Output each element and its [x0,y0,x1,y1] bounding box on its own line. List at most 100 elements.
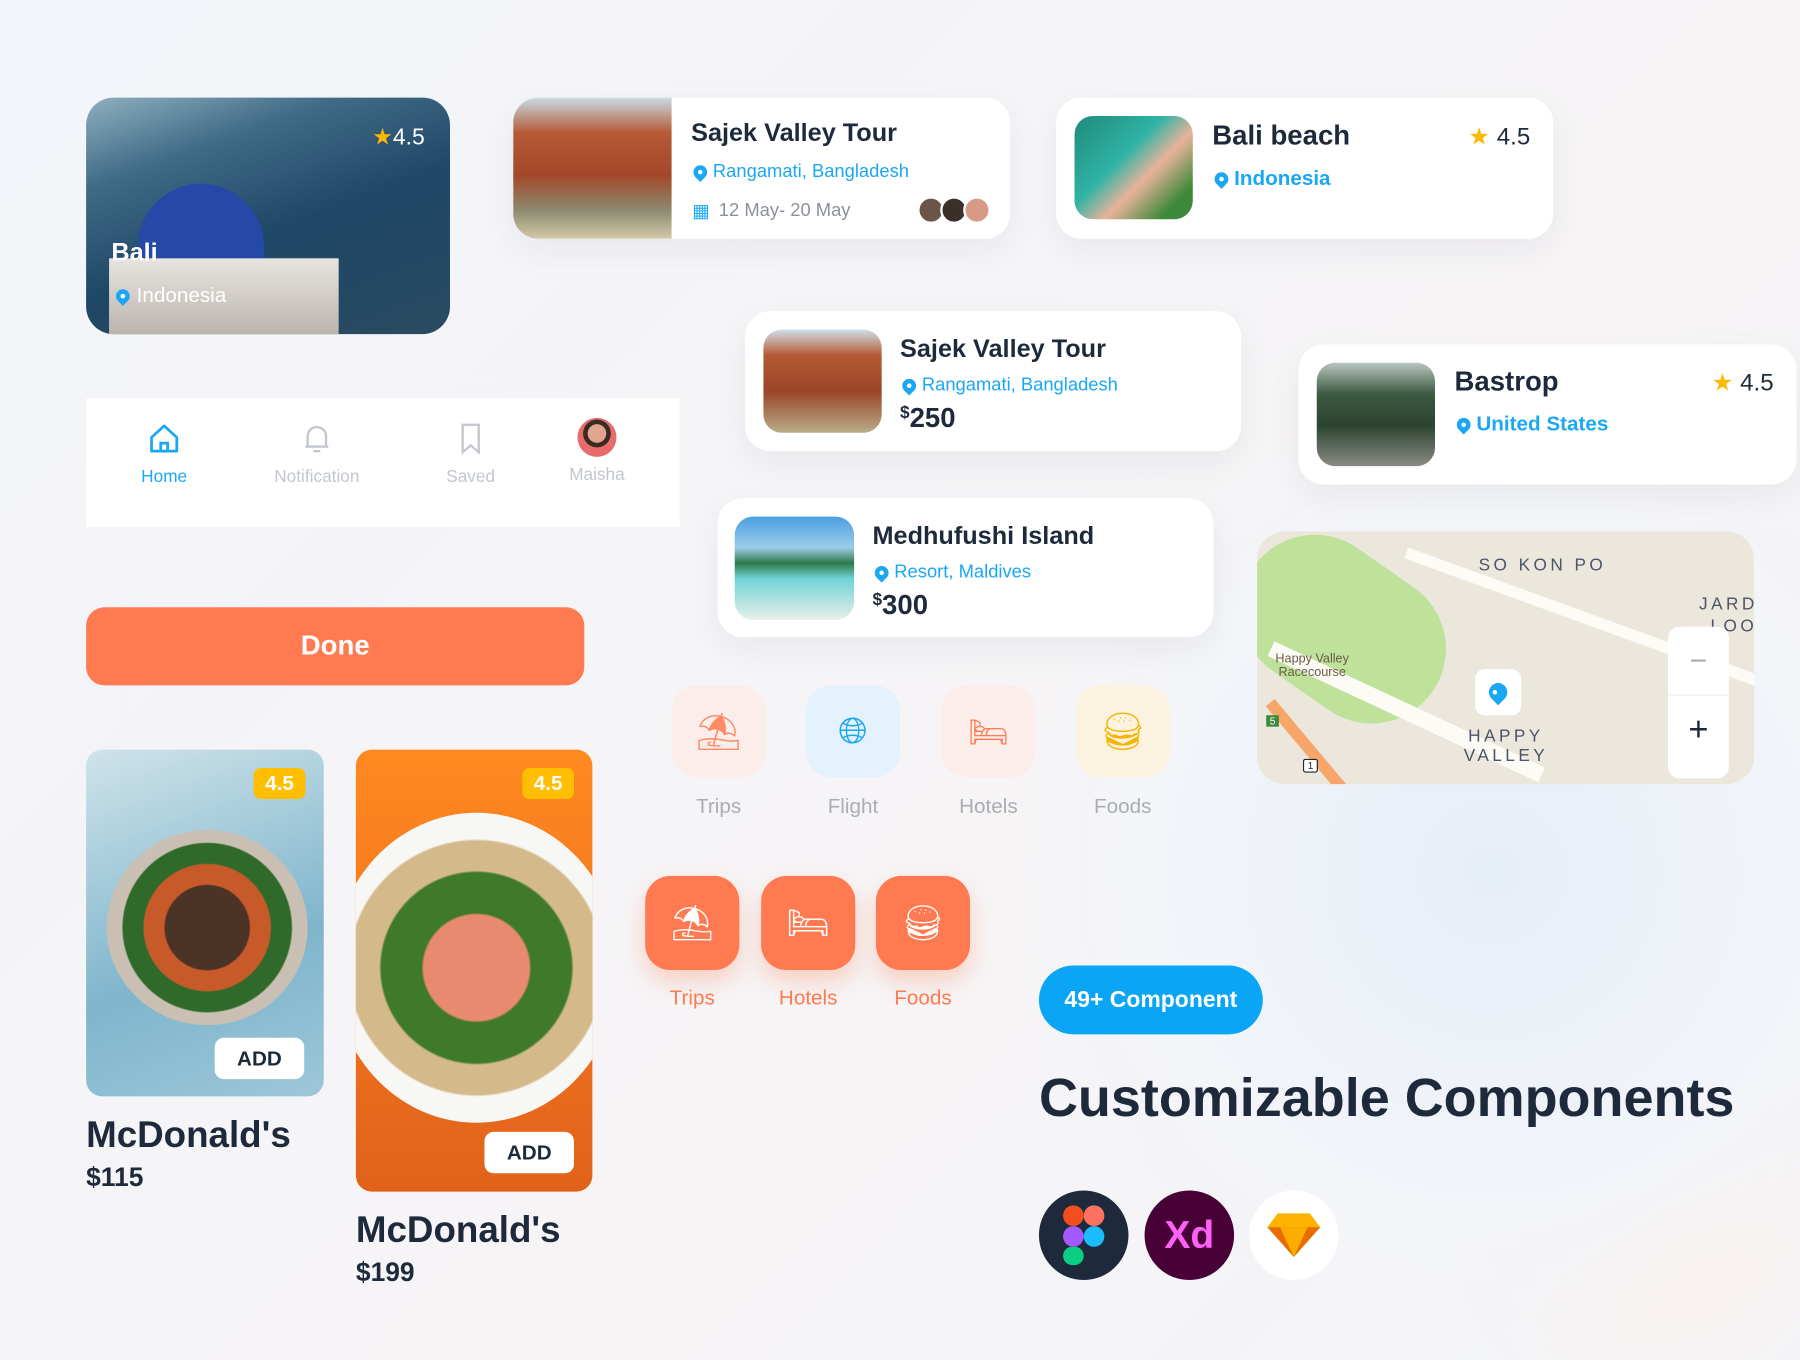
route-shield: 1 [1302,758,1318,773]
card-location: Indonesia [1211,166,1331,190]
page-heading: Customizable Components [1038,1066,1735,1128]
add-button[interactable]: ADD [214,1037,305,1080]
rating: ★4.5 [372,123,425,152]
rating-value: 4.5 [1496,123,1531,151]
tour-price: $250 [900,403,956,435]
burger-icon: 🍔︎ [901,904,945,942]
calendar-icon: ▦ [692,202,710,222]
bed-icon: 🛏︎ [786,904,831,942]
sajek-tour-card[interactable]: Sajek Valley Tour Rangamati, Bangladesh … [513,97,1011,239]
map-view[interactable]: SO KON PO JARD LOOK Happy ValleyRacecour… [1257,531,1755,785]
card-title: Medhufushi Island [872,521,1095,550]
card-location: Rangamati, Bangladesh [899,375,1118,396]
dates-text: 12 May- 20 May [718,200,851,221]
button-label: Hotels [778,986,838,1010]
price-value: 250 [909,402,956,434]
home-icon [150,424,179,453]
map-label: Racecourse [1278,665,1346,680]
map-poi: Happy Valley Racecourse [1275,652,1348,680]
bed-icon: 🛏︎ [968,713,1009,750]
trips-button[interactable]: ⛱ [645,875,740,971]
card-title: Bastrop [1454,366,1559,398]
rating-badge: 4.5 [253,768,306,800]
location-pin-icon [871,563,892,583]
rating-value: 4.5 [1740,369,1774,397]
category-hotels[interactable]: 🛏︎ [941,685,1036,778]
location-pin-icon [690,162,711,182]
currency: $ [872,590,883,610]
beach-umbrella-icon: ⛱ [670,904,715,942]
map-label: VALLEY [1463,746,1549,766]
rating-value: 4.5 [392,125,425,151]
category-trips[interactable]: ⛱ [671,685,766,778]
nav-label: Maisha [569,464,625,485]
button-label: Foods [894,986,952,1010]
category-label: Hotels [959,794,1018,818]
forest-image [1316,362,1435,467]
tour-dates: ▦ 12 May- 20 May [692,200,850,223]
star-icon: ★ [1711,369,1734,397]
food-bowl-image [106,830,308,1026]
nav-item-home[interactable]: Home [101,421,227,487]
category-label: Trips [696,794,742,818]
location-marker[interactable] [1475,669,1522,716]
tour-price: $300 [872,590,928,622]
add-button[interactable]: ADD [484,1131,574,1174]
zoom-in-button[interactable]: + [1668,696,1729,765]
map-label: JARD [1699,594,1755,615]
bali-destination-card[interactable]: ★4.5 Bali Indonesia [86,97,451,335]
location-text: United States [1476,412,1609,436]
food-name: McDonald's [86,1113,291,1155]
location-pin-icon [899,375,919,396]
rating: ★ 4.5 [1712,369,1774,398]
sajek-price-card[interactable]: Sajek Valley Tour Rangamati, Bangladesh … [745,311,1241,452]
button-label: Trips [669,986,715,1010]
bali-beach-card[interactable]: Bali beach Indonesia ★ 4.5 [1056,97,1554,239]
location-pin-icon [113,285,133,306]
hotels-button[interactable]: 🛏︎ [761,875,856,971]
location-text: Indonesia [1234,166,1331,190]
tour-image [763,329,882,433]
location-pin-icon [1211,168,1232,189]
card-title: Sajek Valley Tour [691,118,898,147]
rating: ★ 4.5 [1468,123,1530,152]
foods-button[interactable]: 🍔︎ [875,875,971,971]
done-button[interactable]: Done [86,607,585,686]
card-location: Indonesia [113,284,226,308]
category-foods[interactable]: 🍔︎ [1075,685,1170,778]
beach-umbrella-icon: ⛱ [695,710,742,752]
avatar [963,196,991,224]
food-card[interactable]: 4.5 ADD [355,749,593,1192]
food-card[interactable]: 4.5 ADD [86,749,324,1097]
zoom-controls: − + [1668,626,1729,779]
medhufushi-card[interactable]: Medhufushi Island Resort, Maldives $300 [717,498,1214,638]
category-flight[interactable]: 🌐︎ [805,685,901,778]
food-name: McDonald's [355,1208,561,1251]
card-location: Rangamati, Bangladesh [690,161,909,183]
category-label: Foods [1094,794,1152,818]
zoom-out-button[interactable]: − [1668,627,1729,696]
price-value: 300 [882,590,929,622]
bottom-navigation: Home Notification Saved Maisha [86,398,680,527]
xd-logo: Xd [1144,1190,1235,1281]
food-price: $115 [86,1161,144,1192]
canvas: ★4.5 Bali Indonesia Sajek Valley Tour Ra… [0,0,1800,1360]
participant-avatars [917,196,991,224]
nav-item-profile[interactable]: Maisha [534,417,660,485]
map-area-label: HAPPY VALLEY [1464,727,1548,766]
card-location: United States [1453,412,1609,436]
card-title: Sajek Valley Tour [900,334,1106,363]
food-plate-image [355,812,593,1123]
nav-item-saved[interactable]: Saved [408,421,534,487]
location-text: Resort, Maldives [894,562,1032,583]
location-text: Rangamati, Bangladesh [712,161,909,182]
figma-logo [1038,1190,1129,1281]
nav-label: Home [141,467,188,487]
bastrop-card[interactable]: Bastrop United States ★ 4.5 [1298,344,1797,485]
category-label: Flight [827,794,879,818]
bell-icon [305,425,329,453]
sketch-logo [1249,1190,1339,1281]
map-label: HAPPY [1468,726,1544,747]
beach-image [1074,115,1193,220]
nav-item-notification[interactable]: Notification [254,421,380,487]
